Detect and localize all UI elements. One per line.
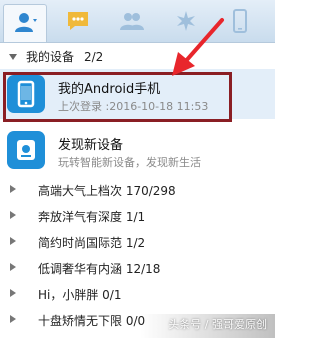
annotation-arrow-icon xyxy=(172,18,224,76)
watermark: 头条号 / 强哥爱原创 xyxy=(168,318,267,331)
